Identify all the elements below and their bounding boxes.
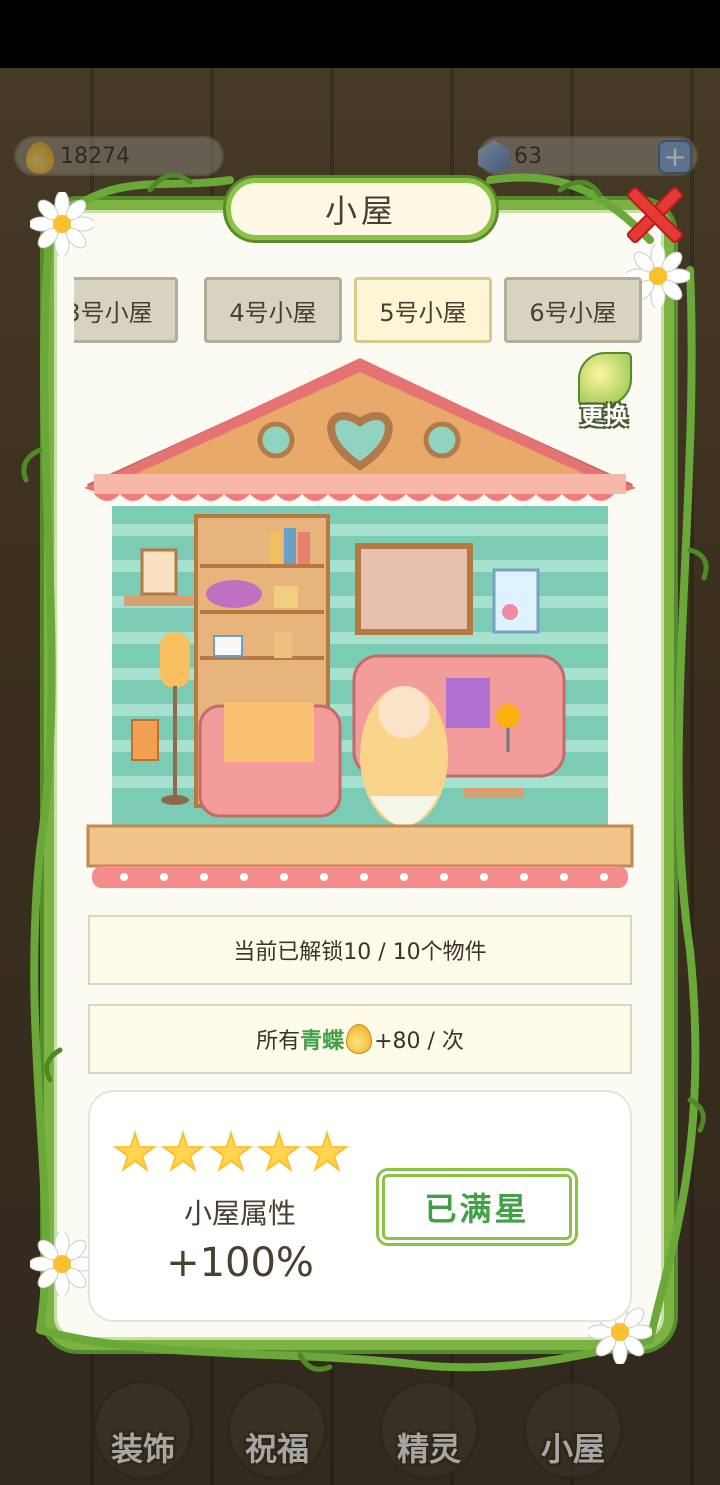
tab-cottage-4[interactable]: 4号小屋 [204,277,342,343]
tab-cottage-5[interactable]: 5号小屋 [354,277,492,343]
star-icon [208,1130,254,1172]
daisy-icon [30,192,94,256]
status-bar [0,0,720,68]
daisy-icon [30,1232,94,1296]
panel-title: 小屋 [226,178,496,240]
cottage-scene [84,358,636,888]
max-star-button[interactable]: 已满星 [382,1174,572,1240]
coin-drop-icon [346,1024,373,1054]
unlock-progress: 当前已解锁10 / 10个物件 [88,915,632,985]
star-rating [112,1130,352,1182]
star-icon [256,1130,302,1172]
tab-cottage-3[interactable]: 3号小屋 [74,277,178,343]
tab-cottage-6[interactable]: 6号小屋 [504,277,642,343]
star-icon [304,1130,350,1172]
attribute-value: +100% [166,1240,314,1286]
star-icon [160,1130,206,1172]
bonus-row: 所有 青蝶 +80 / 次 [88,1004,632,1074]
attribute-label: 小屋属性 [183,1197,296,1230]
bonus-suffix: +80 / 次 [374,1029,464,1054]
cottage-tabs: 3号小屋 4号小屋 5号小屋 6号小屋 [74,277,646,345]
close-button[interactable] [622,182,682,242]
star-icon [112,1130,158,1172]
bonus-highlight: 青蝶 [300,1029,345,1054]
bonus-prefix: 所有 [256,1029,301,1054]
